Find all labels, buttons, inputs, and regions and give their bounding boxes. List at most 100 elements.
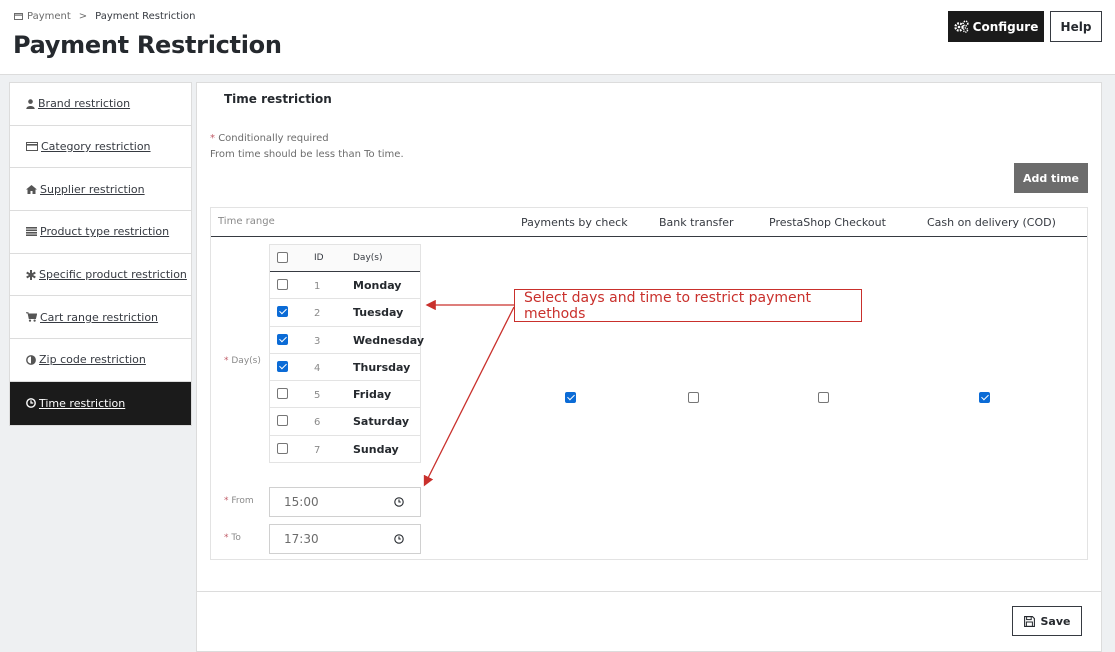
annotation-callout: Select days and time to restrict payment…: [514, 289, 862, 322]
sidebar-item-label: Zip code restriction: [39, 353, 146, 367]
day-checkbox[interactable]: [277, 388, 288, 400]
to-label: * To: [224, 533, 241, 543]
select-all-days-checkbox[interactable]: [277, 252, 288, 263]
days-table: ID Day(s) 1 Monday 2 Tuesday 3 Wednesday…: [269, 244, 424, 464]
day-name: Wednesday: [353, 333, 425, 347]
configure-label: Configure: [972, 19, 1039, 34]
required-mark: *: [210, 133, 215, 144]
clock-icon: [26, 398, 36, 409]
day-row: 1 Monday: [270, 272, 420, 300]
to-label-text: To: [231, 533, 241, 543]
day-id: 2: [314, 308, 321, 320]
clock-icon[interactable]: [394, 534, 404, 544]
sidebar-item-label: Supplier restriction: [40, 182, 145, 196]
breadcrumb: Payment > Payment Restriction: [14, 11, 195, 22]
panel-footer-divider: [197, 591, 1101, 592]
day-checkbox[interactable]: [277, 279, 288, 290]
cogs-icon: [953, 20, 969, 33]
column-header-time-range: Time range: [218, 216, 275, 227]
page-header: Payment > Payment Restriction Payment Re…: [0, 0, 1115, 75]
day-name: Sunday: [353, 442, 399, 456]
configure-button[interactable]: Configure: [948, 11, 1044, 42]
cart-icon: [26, 312, 37, 322]
day-id: 1: [314, 281, 321, 292]
required-mark: *: [224, 356, 229, 366]
breadcrumb-current: Payment Restriction: [95, 11, 196, 22]
user-icon: [26, 99, 35, 109]
id-header: ID: [314, 253, 324, 263]
check-payment-checkbox[interactable]: [565, 392, 576, 403]
sidebar-item-cart-range[interactable]: Cart range restriction: [10, 296, 191, 340]
sidebar-item-specific-product[interactable]: Specific product restriction: [10, 254, 191, 297]
sidebar: Brand restriction Category restriction S…: [9, 82, 192, 426]
day-checkbox[interactable]: [277, 306, 288, 318]
time-restriction-panel: Time restriction * Conditionally require…: [196, 82, 1102, 652]
cod-checkbox[interactable]: [979, 392, 990, 403]
credit-card-icon: [26, 142, 38, 152]
day-row: 6 Saturday: [270, 408, 420, 436]
days-label: * Day(s): [224, 356, 261, 366]
sidebar-item-time[interactable]: Time restriction: [10, 381, 191, 425]
day-row: 7 Sunday: [270, 436, 420, 464]
from-time-value: 15:00: [284, 495, 319, 509]
sidebar-item-product-type[interactable]: Product type restriction: [10, 211, 191, 254]
sidebar-item-brand[interactable]: Brand restriction: [10, 83, 191, 126]
day-name: Saturday: [353, 415, 409, 429]
to-time-value: 17:30: [284, 532, 319, 546]
day-row: 5 Friday: [270, 381, 420, 409]
bank-transfer-checkbox[interactable]: [688, 392, 699, 403]
from-label: * From: [224, 496, 254, 506]
day-id: 5: [314, 390, 321, 402]
breadcrumb-parent[interactable]: Payment: [27, 11, 71, 22]
help-button[interactable]: Help: [1050, 11, 1102, 42]
from-label-text: From: [231, 496, 254, 506]
day-row: 3 Wednesday: [270, 327, 424, 354]
save-button[interactable]: Save: [1012, 606, 1082, 636]
sidebar-item-supplier[interactable]: Supplier restriction: [10, 168, 191, 212]
floppy-disk-icon: [1023, 615, 1035, 627]
days-table-header: ID Day(s): [270, 245, 420, 272]
asterisk-icon: [26, 269, 36, 280]
day-checkbox[interactable]: [277, 360, 288, 372]
day-row: 4 Thursday: [270, 354, 420, 382]
day-checkbox[interactable]: [277, 442, 288, 454]
day-id: 7: [314, 444, 321, 456]
list-icon: [26, 227, 37, 237]
clock-icon[interactable]: [394, 497, 404, 507]
required-note: * Conditionally required: [210, 133, 329, 144]
sidebar-item-category[interactable]: Category restriction: [10, 126, 191, 169]
add-time-button[interactable]: Add time: [1014, 163, 1088, 193]
save-label: Save: [1040, 614, 1071, 628]
prestashop-checkout-checkbox[interactable]: [818, 392, 829, 403]
day-id: 6: [314, 417, 321, 429]
sidebar-item-label: Product type restriction: [40, 225, 170, 239]
days-label-text: Day(s): [231, 356, 261, 366]
sidebar-item-label: Time restriction: [39, 396, 126, 410]
required-note-text: Conditionally required: [218, 133, 329, 144]
time-order-note: From time should be less than To time.: [210, 149, 404, 160]
table-header: Time range Payments by check Bank transf…: [211, 208, 1087, 237]
column-header-check: Payments by check: [521, 216, 628, 229]
day-name: Friday: [353, 388, 392, 402]
day-header: Day(s): [353, 253, 383, 263]
required-mark: *: [224, 496, 229, 506]
from-time-input[interactable]: 15:00: [269, 487, 421, 517]
day-id: 3: [314, 335, 321, 347]
to-time-input[interactable]: 17:30: [269, 524, 421, 554]
required-mark: *: [224, 533, 229, 543]
day-checkbox[interactable]: [277, 333, 288, 345]
home-icon: [26, 184, 37, 194]
page-title: Payment Restriction: [13, 31, 282, 59]
day-name: Thursday: [353, 360, 411, 374]
column-header-cod: Cash on delivery (COD): [927, 216, 1056, 229]
sidebar-item-label: Cart range restriction: [40, 310, 159, 324]
sidebar-item-zip-code[interactable]: Zip code restriction: [10, 339, 191, 382]
day-id: 4: [314, 362, 321, 374]
panel-title: Time restriction: [224, 92, 332, 106]
day-checkbox[interactable]: [277, 415, 288, 427]
payment-icon: [14, 13, 23, 20]
column-header-bank-transfer: Bank transfer: [659, 216, 734, 229]
time-range-table: Time range Payments by check Bank transf…: [210, 207, 1088, 560]
day-row: 2 Tuesday: [270, 299, 420, 327]
adjust-icon: [26, 355, 36, 365]
